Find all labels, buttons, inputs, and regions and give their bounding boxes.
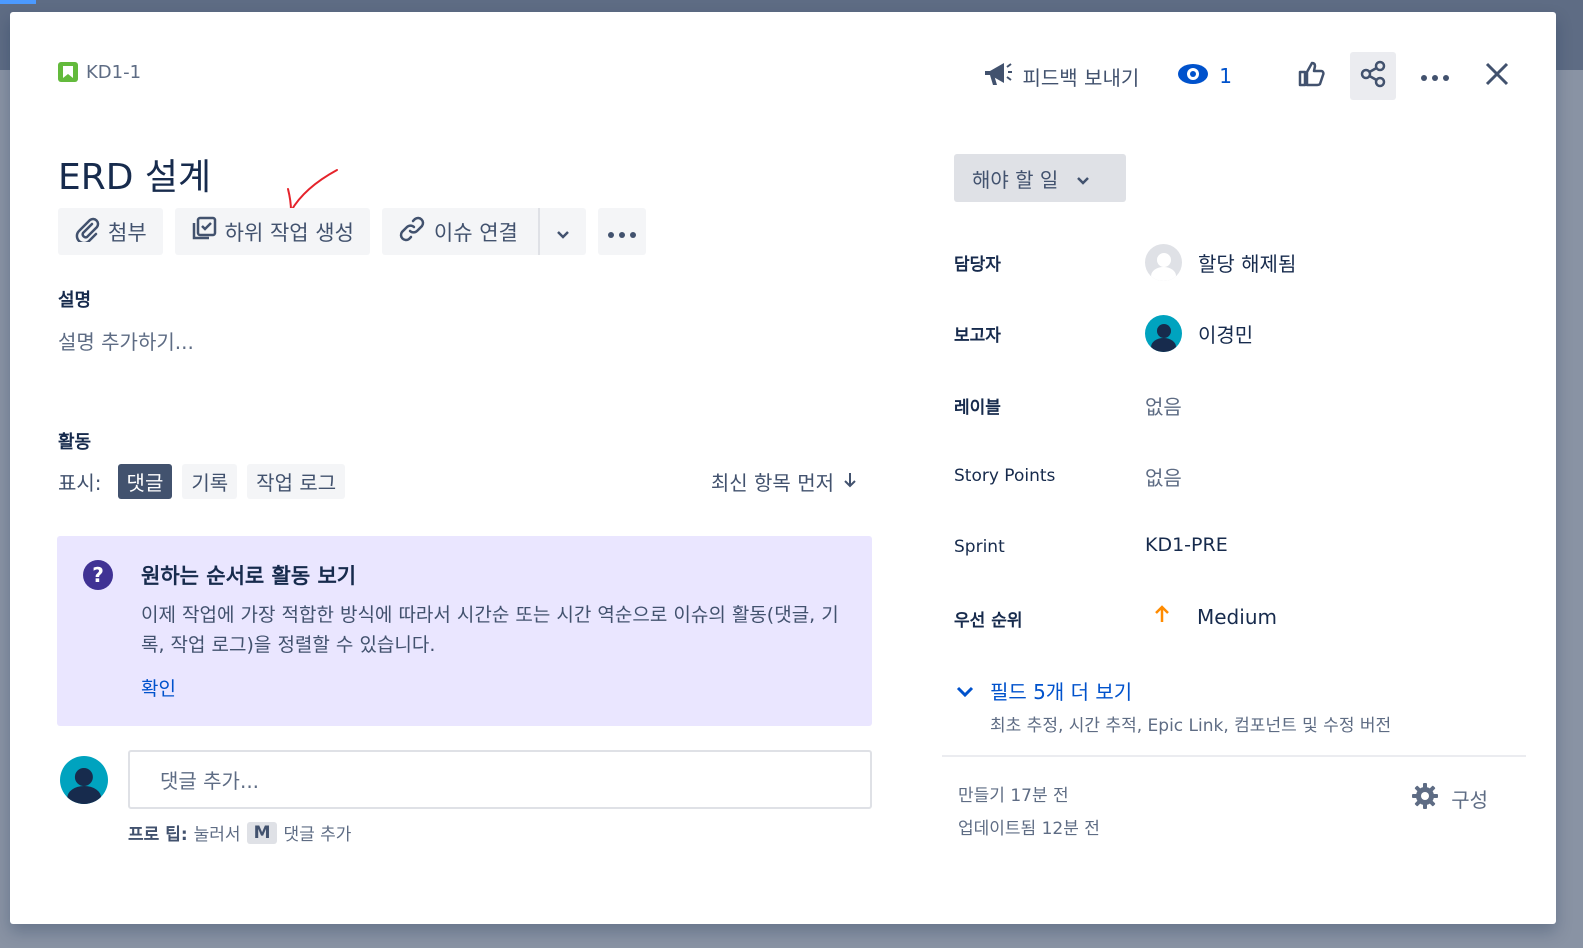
notice-title: 원하는 순서로 활동 보기 [141, 564, 357, 588]
chevron-down-icon [1076, 166, 1090, 190]
gear-icon [1411, 782, 1439, 815]
updated-time: 업데이트됨 12분 전 [958, 819, 1100, 839]
notice-body: 이제 작업에 가장 적합한 방식에 따라서 시간순 또는 시간 역순으로 이슈의… [141, 604, 839, 656]
more-fields-toggle[interactable]: 필드 5개 더 보기 최초 추정, 시간 추적, Epic Link, 컴포넌트… [956, 676, 1391, 736]
issue-toolbar: 첨부 하위 작업 생성 이슈 연결 [58, 208, 646, 255]
description-heading: 설명 [58, 290, 92, 311]
activity-heading: 활동 [58, 432, 92, 453]
filter-comments[interactable]: 댓글 [117, 464, 173, 499]
assignee-value: 할당 해제됨 [1198, 252, 1297, 276]
attach-label: 첨부 [108, 220, 147, 245]
question-icon: ? [83, 560, 113, 590]
more-fields-summary: 최초 추정, 시간 추적, Epic Link, 컴포넌트 및 수정 버전 [990, 716, 1392, 736]
pro-tip: 프로 팁: 눌러서 M 댓글 추가 [128, 820, 351, 845]
tip-prefix: 프로 팁: [128, 825, 188, 845]
megaphone-icon [983, 61, 1013, 92]
issue-modal: KD1-1 피드백 보내기 1 ERD 설계 첨부 하위 작업 생성 이슈 연결… [10, 12, 1556, 924]
close-icon [1485, 62, 1509, 90]
story-points-label: Story Points [954, 466, 1056, 486]
issue-key-breadcrumb[interactable]: KD1-1 [58, 60, 141, 84]
status-dropdown[interactable]: 해야 할 일 [954, 154, 1126, 202]
sort-order-button[interactable]: 최신 항목 먼저 [711, 464, 858, 499]
subtask-icon [191, 216, 217, 247]
priority-value: Medium [1197, 604, 1277, 629]
arrow-down-icon [842, 470, 858, 494]
story-icon [58, 62, 78, 82]
tip-press: 눌러서 [193, 825, 241, 845]
toolbar-more-button[interactable] [597, 208, 646, 255]
issue-title[interactable]: ERD 설계 [58, 148, 211, 200]
feedback-label: 피드백 보내기 [1022, 65, 1140, 90]
share-icon [1359, 60, 1387, 92]
feedback-button[interactable]: 피드백 보내기 [975, 52, 1148, 100]
labels-value[interactable]: 없음 [1145, 391, 1182, 420]
activity-order-notice: ? 원하는 순서로 활동 보기 이제 작업에 가장 적합한 방식에 따라서 시간… [57, 536, 872, 726]
more-icon [1420, 67, 1450, 86]
reporter-avatar [1145, 315, 1182, 352]
reporter-value: 이경민 [1198, 323, 1254, 347]
reporter-field[interactable]: 이경민 [1145, 315, 1253, 352]
vote-button[interactable] [1288, 52, 1334, 100]
notice-confirm-link[interactable]: 확인 [141, 674, 176, 701]
status-label: 해야 할 일 [972, 167, 1059, 192]
filter-worklog[interactable]: 작업 로그 [247, 464, 346, 499]
current-user-avatar [60, 756, 108, 804]
thumbs-up-icon [1297, 60, 1325, 92]
link-issue-dropdown[interactable] [537, 208, 586, 255]
chevron-down-icon [956, 679, 974, 703]
assignee-field[interactable]: 할당 해제됨 [1145, 244, 1296, 281]
show-label: 표시: [58, 471, 102, 495]
issue-timestamps: 만들기 17분 전 업데이트됨 12분 전 [958, 780, 1100, 846]
watch-button[interactable]: 1 [1177, 52, 1232, 100]
priority-medium-icon [1153, 604, 1171, 629]
created-time: 만들기 17분 전 [958, 786, 1069, 806]
priority-field[interactable]: Medium [1145, 604, 1277, 629]
active-tab-indicator [0, 0, 36, 4]
priority-label: 우선 순위 [954, 611, 1023, 631]
unassigned-avatar [1145, 244, 1182, 281]
share-button[interactable] [1350, 52, 1396, 100]
more-icon [607, 220, 637, 244]
issue-key[interactable]: KD1-1 [86, 62, 141, 83]
comment-input[interactable]: 댓글 추가... [128, 750, 872, 809]
link-icon [398, 215, 426, 248]
configure-label: 구성 [1451, 788, 1488, 812]
more-actions-button[interactable] [1412, 52, 1458, 100]
activity-filter-row: 표시: 댓글 기록 작업 로그 최신 항목 먼저 [58, 464, 858, 499]
reporter-label: 보고자 [954, 326, 1001, 346]
close-button[interactable] [1474, 52, 1520, 100]
eye-icon [1177, 63, 1209, 90]
more-fields-link[interactable]: 필드 5개 더 보기 [990, 676, 1132, 705]
labels-label: 레이블 [954, 398, 1001, 418]
chevron-down-icon [556, 220, 570, 244]
link-issue-label: 이슈 연결 [433, 220, 518, 245]
attach-button[interactable]: 첨부 [58, 208, 163, 255]
create-subtask-button[interactable]: 하위 작업 생성 [174, 208, 370, 255]
watch-count: 1 [1219, 64, 1232, 88]
paperclip-icon [74, 216, 100, 247]
configure-button[interactable]: 구성 [1411, 782, 1488, 815]
tip-key: M [246, 821, 278, 844]
header-actions: 피드백 보내기 1 [975, 52, 1521, 100]
link-issue-button[interactable]: 이슈 연결 [381, 208, 538, 255]
sidebar-divider [942, 755, 1526, 757]
sprint-value[interactable]: KD1-PRE [1145, 534, 1228, 556]
sprint-label: Sprint [954, 537, 1005, 557]
sort-label: 최신 항목 먼저 [710, 471, 834, 495]
tip-suffix: 댓글 추가 [283, 825, 352, 845]
description-placeholder[interactable]: 설명 추가하기... [58, 326, 194, 355]
filter-history[interactable]: 기록 [182, 464, 238, 499]
link-issue-split-button: 이슈 연결 [381, 208, 586, 255]
story-points-value[interactable]: 없음 [1145, 462, 1182, 491]
create-subtask-label: 하위 작업 생성 [224, 220, 354, 245]
assignee-label: 담당자 [954, 255, 1001, 275]
